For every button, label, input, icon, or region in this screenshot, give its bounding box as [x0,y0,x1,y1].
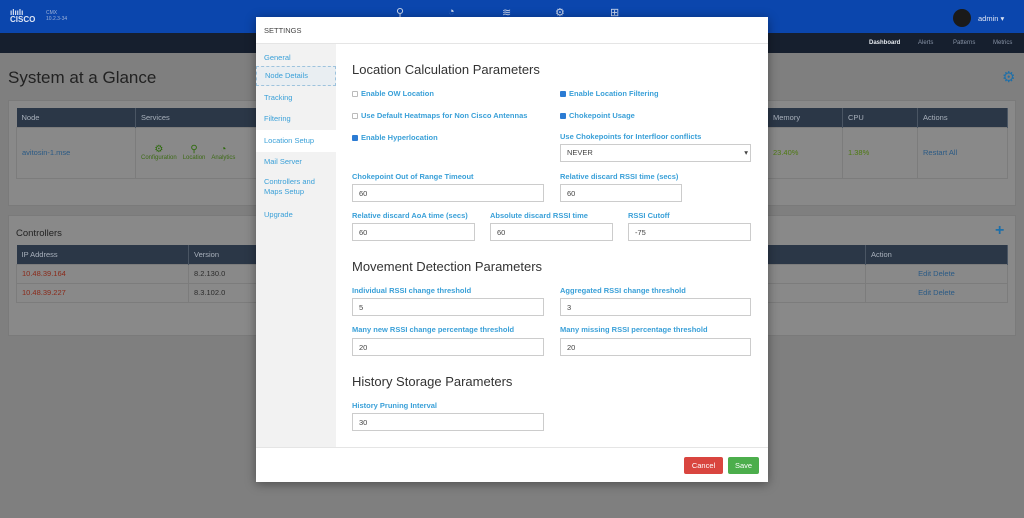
service-label: Analytics [211,155,236,161]
new-rssi-pct-input[interactable] [352,338,544,356]
cisco-logo: ılıılı CISCO [10,8,36,24]
indiv-rssi-input[interactable] [352,298,544,316]
gear-icon: ⚙ [154,144,164,155]
sidebar-item-location-setup[interactable]: Location Setup [256,130,336,152]
sidebar-item-upgrade[interactable]: Upgrade [256,210,336,222]
sidebar-item-general[interactable]: General [256,50,336,66]
service-location[interactable]: ⚲ Location [183,144,206,161]
rssi-cutoff-input[interactable] [628,223,751,241]
checkbox-label: Enable OW Location [361,89,434,98]
missing-rssi-pct-input[interactable] [560,338,751,356]
col-cpu: CPU [842,108,918,127]
enable-hyperlocation-checkbox[interactable]: Enable Hyperlocation [352,133,438,142]
cancel-button[interactable]: Cancel [684,457,723,474]
service-analytics[interactable]: ◔ Analytics [211,144,235,161]
abs-rssi-label: Absolute discard RSSI time [490,211,588,220]
memory-value: 23.40% [767,126,843,179]
checkbox-icon [352,113,358,119]
checkbox-label: Chokepoint Usage [569,111,635,120]
col-node: Node [16,108,136,127]
choke-timeout-input[interactable] [352,184,544,202]
rel-rssi-input[interactable] [560,184,682,202]
username: admin [978,14,999,23]
dropdown-arrow-icon: ▾ [744,148,748,157]
gear-icon[interactable]: ⚙ [1002,68,1015,86]
nav-dashboard[interactable]: Dashboard [869,40,900,46]
page-title: System at a Glance [8,68,157,87]
node-name[interactable]: avitosin-1.mse [16,126,136,179]
product-version: CMX 10.2.3-34 [46,10,67,22]
enable-ow-checkbox[interactable]: Enable OW Location [352,89,434,98]
sidebar-item-tracking[interactable]: Tracking [256,88,336,108]
checkbox-checked-icon [352,135,358,141]
modal-title: SETTINGS [256,17,768,44]
cpu-value: 1.38% [842,126,918,179]
location-section-title: Location Calculation Parameters [352,62,540,77]
settings-sidebar: General Node Details Tracking Filtering … [256,44,336,447]
col-action: Action [865,245,1008,264]
abs-rssi-input[interactable] [490,223,613,241]
nav-metrics[interactable]: Metrics [993,40,1012,46]
rel-aoa-label: Relative discard AoA time (secs) [352,211,468,220]
rssi-cutoff-label: RSSI Cutoff [628,211,670,220]
checkbox-checked-icon [560,113,566,119]
avatar[interactable] [953,9,971,27]
edit-delete-links[interactable]: Edit Delete [865,263,1008,284]
controllers-title: Controllers [16,228,62,239]
ip-address: 10.48.39.164 [16,263,189,284]
pruning-input[interactable] [352,413,544,431]
select-value: NEVER [567,148,593,157]
sidebar-item-filtering[interactable]: Filtering [256,109,336,129]
sidebar-item-controllers-maps[interactable]: Controllers and Maps Setup [256,177,320,197]
chokepoint-usage-checkbox[interactable]: Chokepoint Usage [560,111,635,120]
nav-patterns[interactable]: Patterns [953,40,975,46]
choke-timeout-label: Chokepoint Out of Range Timeout [352,172,474,181]
col-memory: Memory [767,108,843,127]
save-button[interactable]: Save [728,457,759,474]
edit-delete-links[interactable]: Edit Delete [865,282,1008,303]
version-label: 10.2.3-34 [46,16,68,22]
movement-section-title: Movement Detection Parameters [352,259,543,274]
pruning-label: History Pruning Interval [352,401,438,410]
missing-rssi-pct-label: Many missing RSSI percentage threshold [560,325,708,334]
sidebar-item-node-details[interactable]: Node Details [256,66,336,86]
service-configuration[interactable]: ⚙ Configuration [141,144,177,161]
history-section-title: History Storage Parameters [352,374,513,389]
analytics-gauge-icon: ◔ [220,144,227,155]
interfloor-label: Use Chokepoints for Interfloor conflicts [560,132,702,141]
rel-rssi-label: Relative discard RSSI time (secs) [560,172,679,181]
nav-alerts[interactable]: Alerts [918,40,933,46]
rel-aoa-input[interactable] [352,223,475,241]
checkbox-checked-icon [560,91,566,97]
checkbox-label: Enable Hyperlocation [361,133,438,142]
settings-modal: SETTINGS General Node Details Tracking F… [256,17,768,482]
restart-all-link[interactable]: Restart All [917,126,1008,179]
service-label: Configuration [141,155,177,161]
indiv-rssi-label: Individual RSSI change threshold [352,286,472,295]
enable-location-filtering-checkbox[interactable]: Enable Location Filtering [560,89,659,98]
col-actions: Actions [917,108,1008,127]
user-menu[interactable]: admin ▾ [978,14,1004,23]
interfloor-select[interactable]: NEVER ▾ [560,144,751,162]
modal-footer: Cancel Save [256,447,768,482]
location-pin-icon: ⚲ [190,144,198,155]
aggr-rssi-input[interactable] [560,298,751,316]
add-controller-plus-icon[interactable]: + [995,222,1004,240]
checkbox-label: Use Default Heatmaps for Non Cisco Anten… [361,111,528,120]
new-rssi-pct-label: Many new RSSI change percentage threshol… [352,325,515,334]
aggr-rssi-label: Aggregated RSSI change threshold [560,286,686,295]
service-label: Location [182,155,206,161]
default-heatmaps-checkbox[interactable]: Use Default Heatmaps for Non Cisco Anten… [352,111,527,120]
ip-address: 10.48.39.227 [16,282,189,303]
sidebar-item-mail-server[interactable]: Mail Server [256,152,336,172]
col-ip: IP Address [16,245,189,264]
checkbox-icon [352,91,358,97]
checkbox-label: Enable Location Filtering [569,89,659,98]
